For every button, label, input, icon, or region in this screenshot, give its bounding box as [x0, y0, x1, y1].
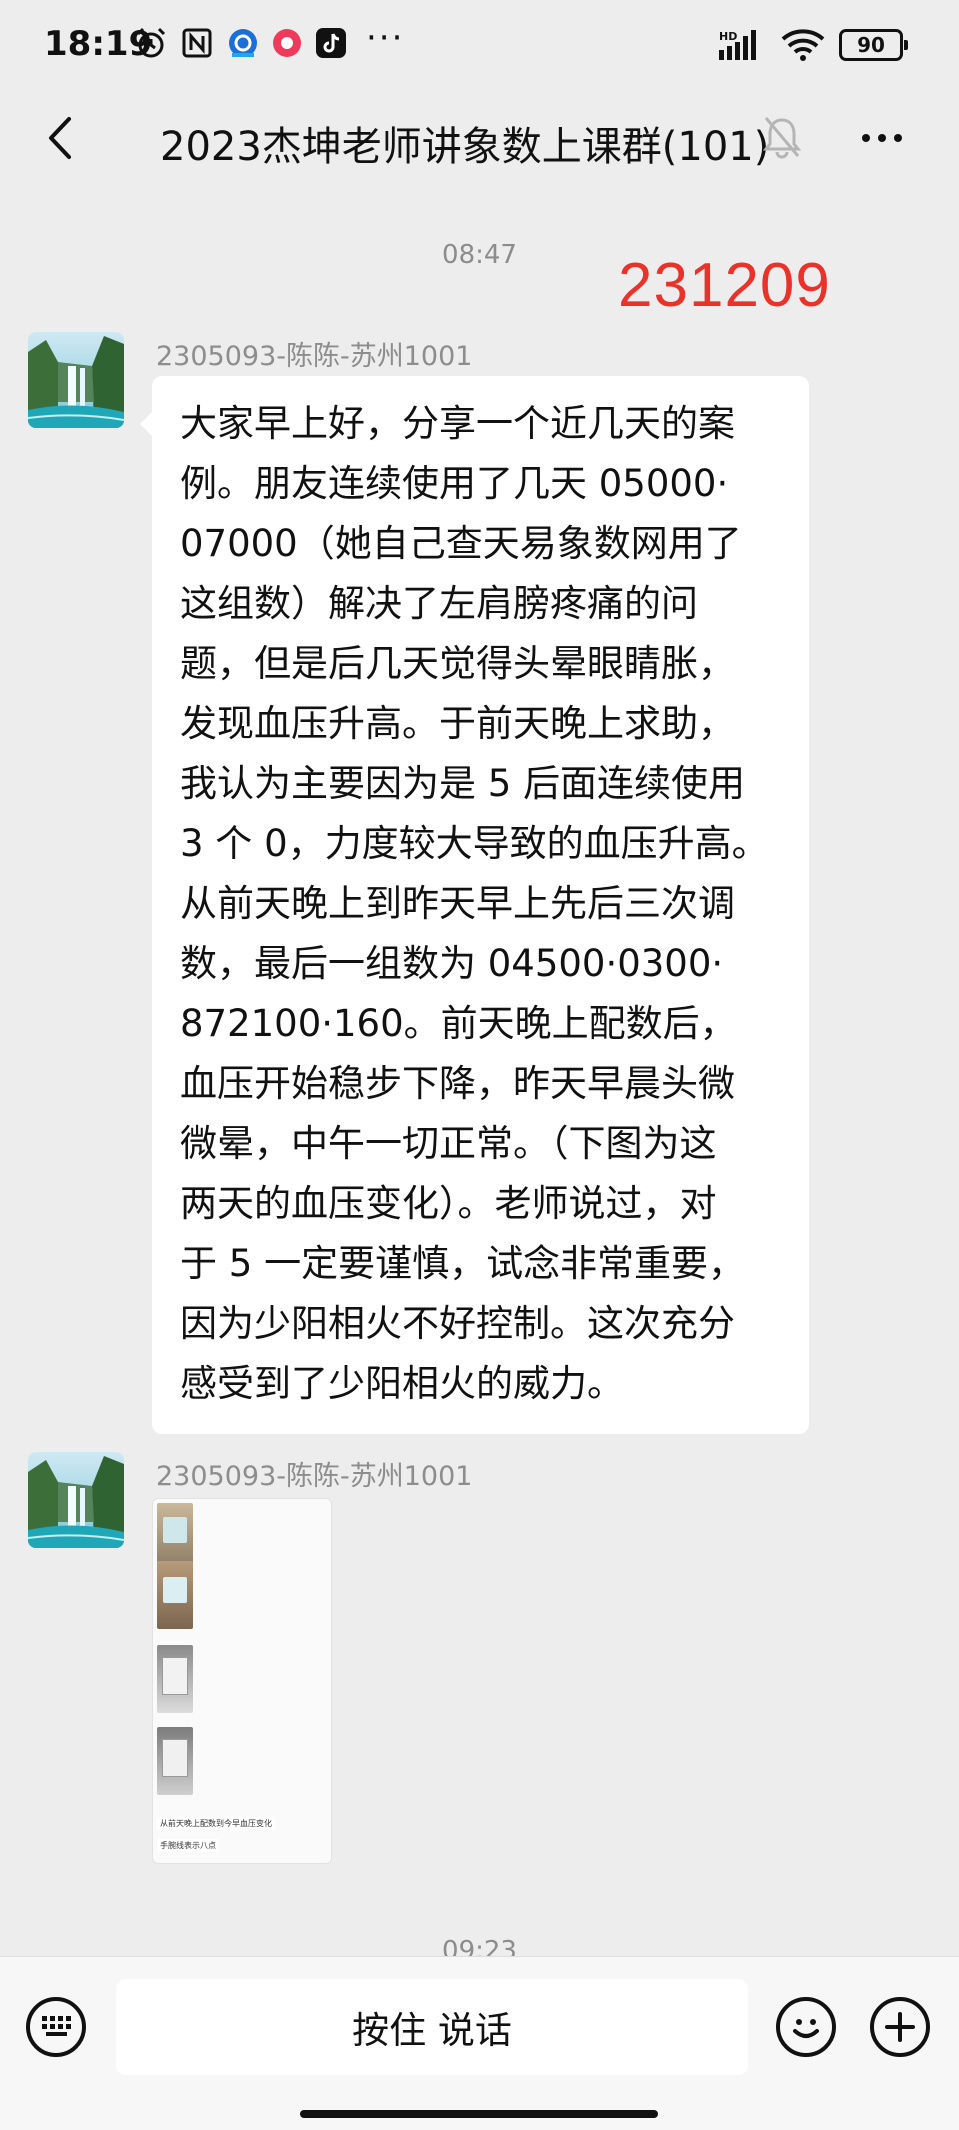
emoji-button[interactable]	[776, 1997, 836, 2057]
tiktok-icon	[316, 28, 346, 58]
keyboard-toggle-button[interactable]	[26, 1997, 86, 2057]
nfc-icon	[182, 28, 212, 58]
message-line: 于 5 一定要谨慎，试念非常重要，	[180, 1242, 746, 1285]
message-line: 数，最后一组数为 04500·0300·	[180, 942, 724, 985]
input-bar: 按住 说话	[0, 1956, 959, 2130]
sender-name: 2305093-陈陈-苏州1001	[156, 1461, 473, 1492]
message-line: 发现血压升高。于前天晚上求助，	[180, 702, 735, 745]
waterfall-avatar-image	[28, 1452, 124, 1548]
title-bar: 2023杰坤老师讲象数上课群(101)	[0, 92, 959, 188]
emoji-icon	[793, 2019, 819, 2038]
more-functions-button[interactable]	[870, 1997, 930, 2057]
keyboard-icon	[42, 2016, 71, 2036]
message-line: 07000（她自己查天易象数网用了	[180, 522, 742, 565]
avatar[interactable]	[28, 1452, 124, 1548]
message-line: 例。朋友连续使用了几天 05000·	[180, 462, 729, 505]
chat-screen: 18:19 ··· HD 90 2023杰坤老师讲象数上课群(101) 08:4…	[0, 0, 959, 2130]
signal-icon: HD	[719, 30, 756, 60]
status-bar: 18:19 ··· HD 90	[0, 0, 959, 92]
message-line: 大家早上好，分享一个近几天的案	[180, 402, 735, 445]
alarm-icon	[136, 27, 166, 58]
bp-monitor-photo	[157, 1645, 193, 1713]
message-line: 因为少阳相火不好控制。这次充分	[180, 1302, 735, 1345]
message-bubble[interactable]: 大家早上好，分享一个近几天的案 例。朋友连续使用了几天 05000· 07000…	[140, 376, 809, 1434]
status-more-dots: ···	[366, 18, 405, 58]
bp-monitor-photo	[157, 1727, 193, 1795]
status-right-group: HD 90	[719, 28, 908, 62]
bell-off-icon	[762, 117, 802, 159]
more-dot	[894, 134, 902, 142]
message-line: 微晕，中午一切正常。（下图为这	[180, 1122, 717, 1165]
more-button[interactable]	[847, 108, 917, 168]
home-indicator[interactable]	[300, 2110, 658, 2118]
message-line: 3 个 0，力度较大导致的血压升高。	[180, 822, 769, 865]
message-line: 872100·160。前天晚上配数后，	[180, 1002, 737, 1045]
back-button[interactable]	[30, 106, 90, 170]
image-caption: 手腕线表示八点	[157, 1839, 219, 1852]
waterfall-avatar-image	[28, 332, 124, 428]
avatar[interactable]	[28, 332, 124, 428]
network-label: HD	[719, 30, 737, 43]
more-dot	[862, 134, 870, 142]
battery-icon: 90	[839, 29, 908, 61]
message-line: 血压开始稳步下降，昨天早晨头微	[180, 1062, 735, 1105]
bp-monitor-photo	[157, 1561, 193, 1629]
date-annotation: 231209	[618, 251, 831, 320]
message-line: 两天的血压变化）。老师说过，对	[180, 1182, 717, 1225]
message-line: 我认为主要因为是 5 后面连续使用	[180, 762, 746, 805]
message-line: 感受到了少阳相火的威力。	[180, 1362, 624, 1405]
image-message[interactable]: 从前天晚上配数到今早血压变化 手腕线表示八点	[152, 1498, 332, 1864]
app-blue-icon	[229, 29, 257, 57]
image-caption: 从前天晚上配数到今早血压变化	[157, 1817, 275, 1830]
plus-icon	[885, 2012, 915, 2042]
app-red-icon	[273, 29, 301, 57]
message-line: 从前天晚上到昨天早上先后三次调	[180, 882, 735, 925]
more-dot	[878, 134, 886, 142]
chat-title: 2023杰坤老师讲象数上课群(101)	[160, 124, 770, 170]
wifi-icon	[781, 29, 825, 61]
message-line: 这组数）解决了左肩膀疼痛的问	[180, 582, 698, 625]
message-line: 题，但是后几天觉得头晕眼睛胀，	[180, 642, 735, 685]
hold-to-talk-button[interactable]: 按住 说话	[116, 1979, 748, 2075]
chevron-left-icon	[49, 117, 71, 159]
sender-name: 2305093-陈陈-苏州1001	[156, 341, 473, 372]
